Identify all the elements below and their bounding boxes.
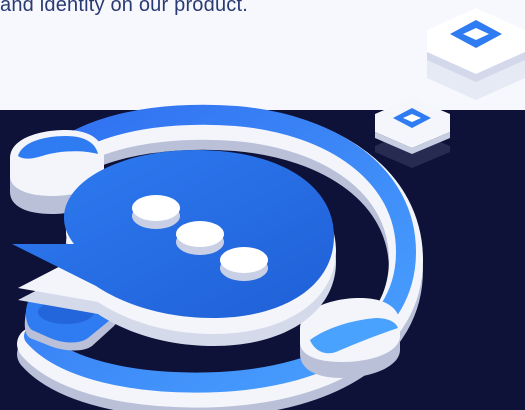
floating-tile-large	[427, 8, 525, 100]
floating-tile-small	[375, 98, 450, 168]
support-chat-illustration	[10, 8, 525, 410]
